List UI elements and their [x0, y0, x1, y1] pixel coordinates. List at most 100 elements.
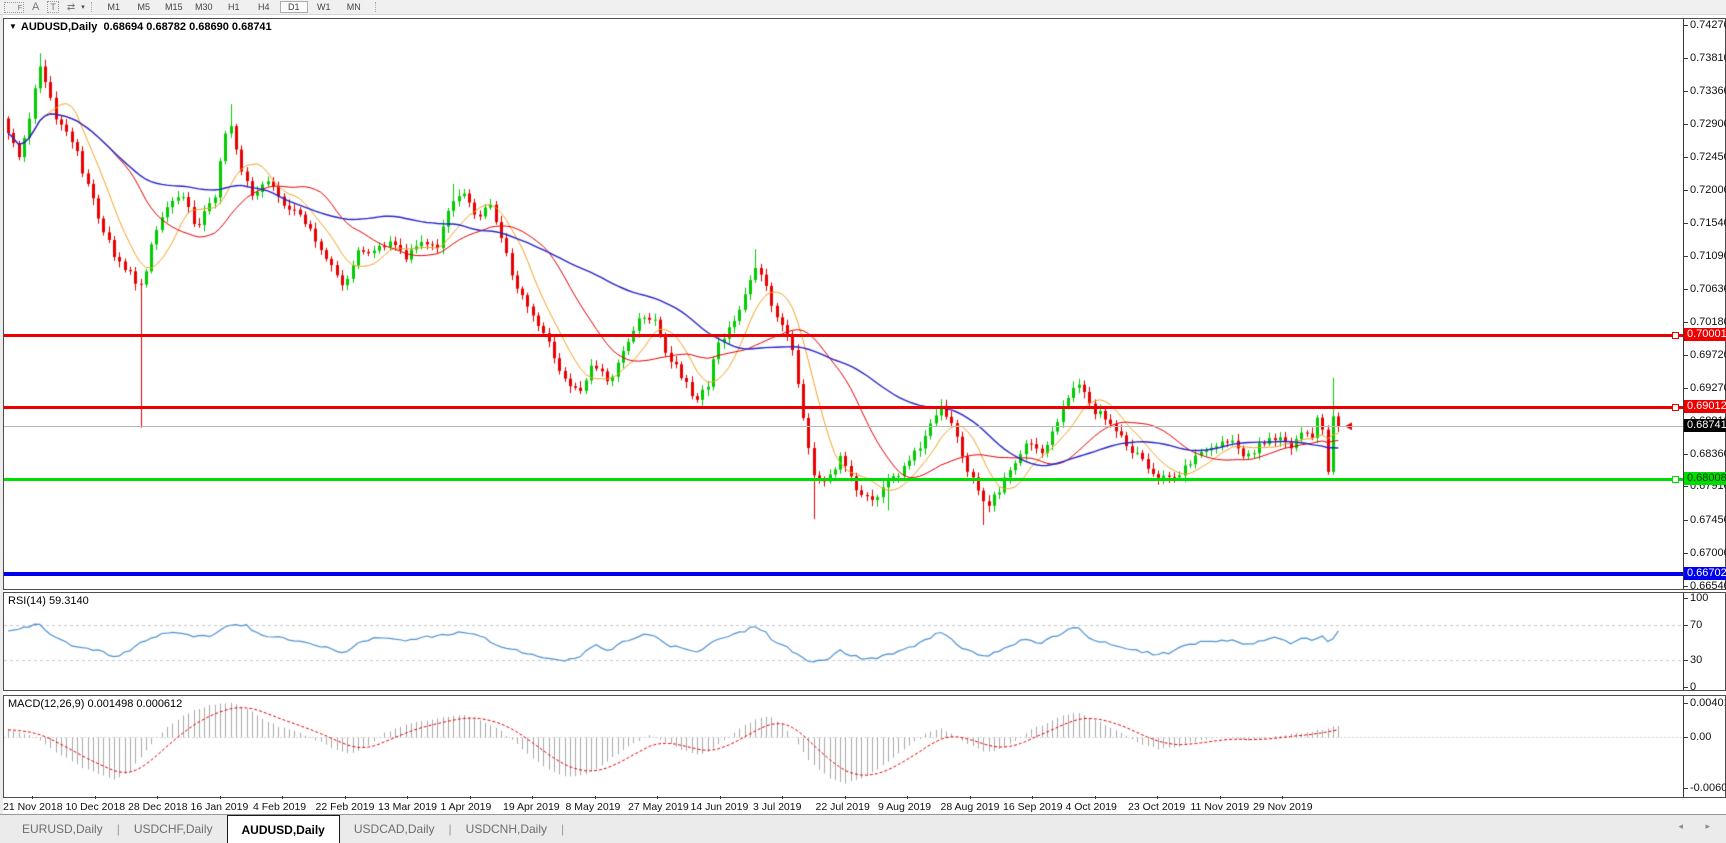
date-axis-label: 27 May 2019	[628, 801, 689, 813]
macd-axis-label: -0.00609	[1690, 782, 1726, 794]
toolbar-separator	[91, 2, 93, 12]
tab-audusd-daily[interactable]: AUDUSD,Daily	[227, 815, 340, 843]
resistance-line-2-handle[interactable]	[1672, 404, 1679, 411]
profile-f-icon[interactable]: F	[4, 2, 24, 13]
support-line-green-handle[interactable]	[1672, 476, 1679, 483]
resistance-line-1-price-tag: 0.70001	[1684, 328, 1726, 341]
chart-menu-caret-icon[interactable]: ▼	[9, 22, 17, 31]
rsi-axis	[1683, 593, 1725, 690]
macd-indicator-panel: MACD(12,26,9) 0.001498 0.000612 0.004017…	[3, 695, 1726, 798]
date-tick	[1032, 796, 1033, 799]
chart-ohlc-values: 0.68694 0.68782 0.68690 0.68741	[103, 21, 271, 33]
macd-chart-canvas[interactable]	[4, 696, 1683, 795]
price-axis-label: 0.72450	[1690, 151, 1726, 163]
price-axis	[1683, 19, 1725, 589]
date-axis: 21 Nov 201810 Dec 201828 Dec 201816 Jan …	[0, 799, 1726, 813]
tabbar-spacer	[0, 815, 8, 843]
tab-usdcnh-daily[interactable]: USDCNH,Daily	[452, 815, 561, 843]
tab-usdchf-daily[interactable]: USDCHF,Daily	[120, 815, 227, 843]
date-axis-label: 13 Mar 2019	[378, 801, 437, 813]
date-tick	[157, 796, 158, 799]
chart-symbol-label: AUDUSD,Daily	[21, 21, 97, 33]
date-axis-label: 4 Feb 2019	[253, 801, 306, 813]
date-tick	[407, 796, 408, 799]
price-axis-label: 0.70630	[1690, 283, 1726, 295]
rsi-level-label: 30	[1690, 654, 1702, 666]
current-price-line-price-tag: 0.68741	[1684, 419, 1726, 432]
date-tick	[720, 796, 721, 799]
price-axis-label: 0.66540	[1690, 580, 1726, 592]
dropdown-caret-icon[interactable]: ▾	[81, 3, 85, 11]
rsi-level-label: 70	[1690, 619, 1702, 631]
date-tick	[907, 796, 908, 799]
tab-usdcad-daily[interactable]: USDCAD,Daily	[340, 815, 449, 843]
resistance-line-1-handle[interactable]	[1672, 332, 1679, 339]
resistance-line-2-price-tag: 0.69012	[1684, 400, 1726, 413]
date-axis-label: 22 Feb 2019	[316, 801, 375, 813]
tab-scroll-arrows[interactable]: ◂ ▸	[1678, 821, 1720, 832]
price-chart-panel: ▼ AUDUSD,Daily 0.68694 0.68782 0.68690 0.…	[3, 18, 1726, 590]
macd-label: MACD(12,26,9) 0.001498 0.000612	[8, 698, 182, 710]
date-tick	[970, 796, 971, 799]
date-axis-label: 14 Jun 2019	[691, 801, 749, 813]
support-line-green[interactable]	[4, 478, 1683, 481]
date-tick	[32, 796, 33, 799]
timeframe-m30[interactable]: M30	[190, 1, 218, 13]
toolbar-separator	[375, 2, 377, 12]
support-line-blue[interactable]	[4, 572, 1683, 576]
date-tick	[1282, 796, 1283, 799]
resistance-line-2[interactable]	[4, 406, 1683, 409]
timeframe-h1[interactable]: H1	[220, 1, 248, 13]
price-axis-label: 0.68360	[1690, 448, 1726, 460]
price-axis-label: 0.70180	[1690, 316, 1726, 328]
price-axis-label: 0.73810	[1690, 52, 1726, 64]
timeframe-d1[interactable]: D1	[280, 1, 308, 13]
price-axis-label: 0.72900	[1690, 118, 1726, 130]
timeframe-m1[interactable]: M1	[100, 1, 128, 13]
chart-tab-bar: EURUSD,Daily|USDCHF,DailyAUDUSD,DailyUSD…	[0, 814, 1726, 843]
date-tick	[1157, 796, 1158, 799]
timeframe-h4[interactable]: H4	[250, 1, 278, 13]
price-axis-label: 0.74270	[1690, 19, 1726, 31]
price-axis-label: 0.72000	[1690, 184, 1726, 196]
date-tick	[470, 796, 471, 799]
price-axis-label: 0.69270	[1690, 382, 1726, 394]
date-tick	[657, 796, 658, 799]
drawing-tools-icon[interactable]: ⇄	[67, 2, 75, 13]
timeframe-m15[interactable]: M15	[160, 1, 188, 13]
date-axis-label: 16 Sep 2019	[1003, 801, 1063, 813]
resistance-line-1[interactable]	[4, 334, 1683, 337]
date-axis-label: 19 Apr 2019	[503, 801, 560, 813]
date-tick	[595, 796, 596, 799]
date-axis-label: 28 Aug 2019	[941, 801, 1000, 813]
tab-separator: |	[561, 815, 564, 843]
date-axis-label: 22 Jul 2019	[816, 801, 870, 813]
date-tick	[1095, 796, 1096, 799]
arrow-tool-icon[interactable]: A	[32, 1, 39, 13]
support-line-green-price-tag: 0.68008	[1684, 472, 1726, 485]
date-axis-label: 10 Dec 2018	[66, 801, 126, 813]
rsi-indicator-panel: RSI(14) 59.3140 10070300	[3, 592, 1726, 691]
timeframe-mn[interactable]: MN	[340, 1, 368, 13]
candlestick-chart-canvas[interactable]	[4, 19, 1683, 589]
date-tick	[1220, 796, 1221, 799]
date-tick	[782, 796, 783, 799]
current-price-line[interactable]	[4, 426, 1683, 427]
date-axis-label: 21 Nov 2018	[3, 801, 63, 813]
rsi-chart-canvas[interactable]	[4, 593, 1683, 688]
price-axis-label: 0.71540	[1690, 217, 1726, 229]
date-axis-label: 29 Nov 2019	[1253, 801, 1313, 813]
rsi-level-label: 0	[1690, 681, 1696, 693]
date-axis-label: 4 Oct 2019	[1066, 801, 1117, 813]
date-tick	[282, 796, 283, 799]
price-axis-label: 0.71090	[1690, 250, 1726, 262]
price-axis-label: 0.67450	[1690, 514, 1726, 526]
date-axis-label: 9 Aug 2019	[878, 801, 931, 813]
tab-eurusd-daily[interactable]: EURUSD,Daily	[8, 815, 117, 843]
timeframe-w1[interactable]: W1	[310, 1, 338, 13]
price-axis-label: 0.69720	[1690, 349, 1726, 361]
timeframe-m5[interactable]: M5	[130, 1, 158, 13]
text-tool-icon[interactable]: T	[47, 1, 59, 13]
rsi-label: RSI(14) 59.3140	[8, 595, 89, 607]
price-axis-label: 0.73360	[1690, 85, 1726, 97]
